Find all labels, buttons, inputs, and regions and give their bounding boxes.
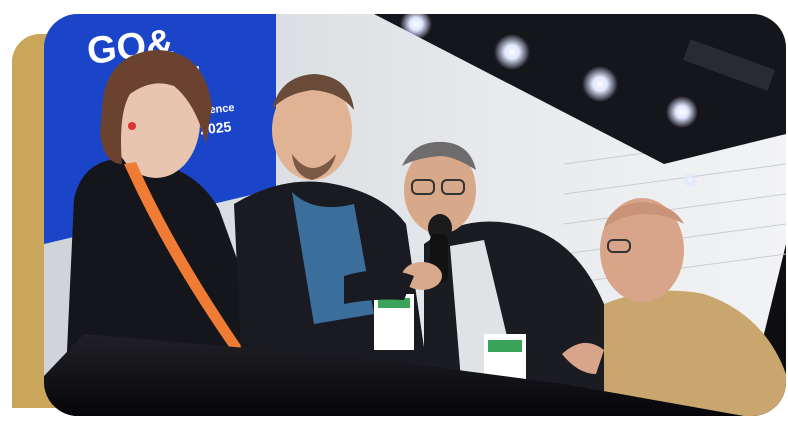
photo-frame: GO& ke! Conference -7, 2025 <box>44 14 786 416</box>
event-photo: GO& ke! Conference -7, 2025 <box>44 14 786 416</box>
